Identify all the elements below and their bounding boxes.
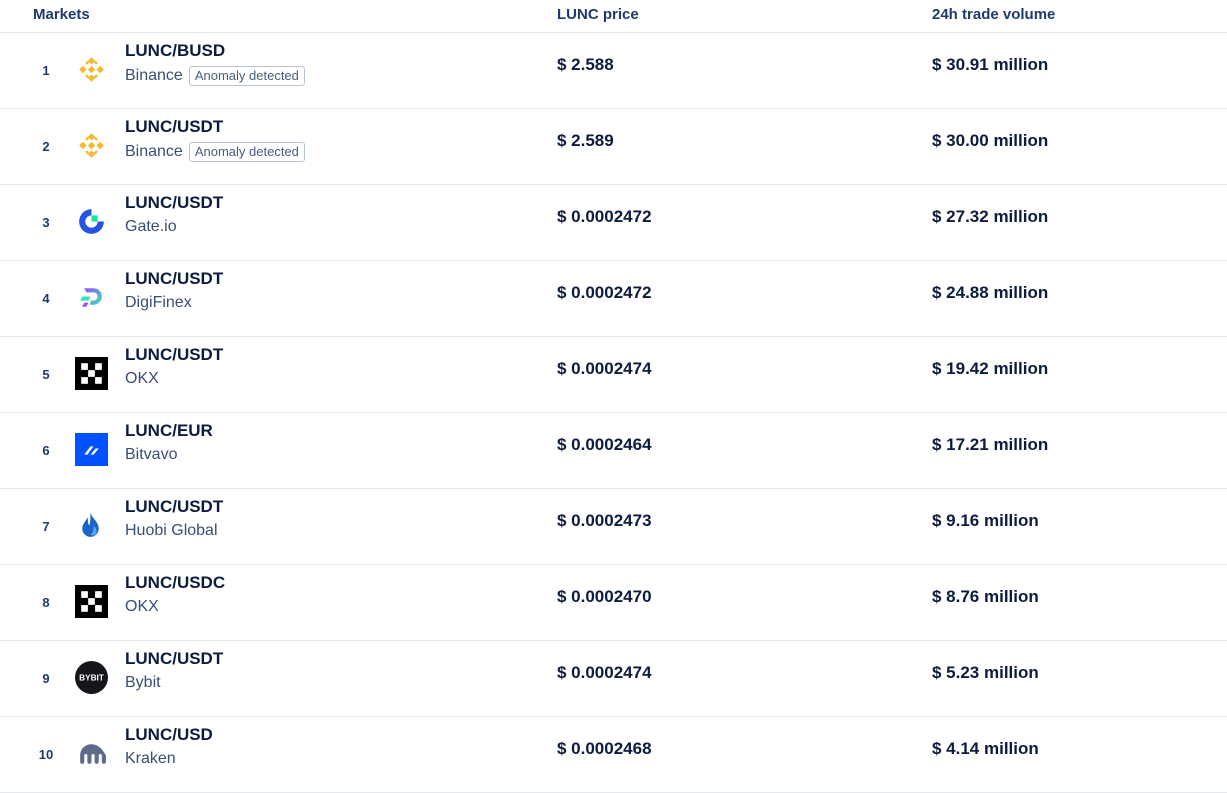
- market-pair[interactable]: LUNC/EUR: [125, 421, 213, 441]
- exchange-name[interactable]: OKX: [125, 370, 159, 387]
- okx-icon: [75, 357, 108, 390]
- market-price: $ 0.0002472: [557, 283, 652, 302]
- markets-table: Markets LUNC price 24h trade volume 1 LUN…: [0, 0, 1227, 793]
- trade-volume: $ 8.76 million: [932, 587, 1039, 606]
- exchange-name[interactable]: Kraken: [125, 750, 176, 767]
- table-row[interactable]: 1 LUNC/BUSD Binance Anomaly detected $ 2.588…: [0, 33, 1227, 109]
- table-header: Markets LUNC price 24h trade volume: [0, 0, 1227, 33]
- bybit-icon-text: BYBIT: [79, 674, 104, 683]
- table-row[interactable]: 9 BYBIT LUNC/USDT Bybit $ 0.0002474 $ 5.23 mi…: [0, 641, 1227, 717]
- table-row[interactable]: 2 LUNC/USDT Binance Anomaly detected $ 2.589…: [0, 109, 1227, 185]
- table-body: 1 LUNC/BUSD Binance Anomaly detected $ 2.588…: [0, 33, 1227, 793]
- exchange-name[interactable]: Binance: [125, 67, 183, 84]
- table-row[interactable]: 6 LUNC/EUR Bitvavo $ 0.0002464 $ 17.21 milli…: [0, 413, 1227, 489]
- trade-volume: $ 19.42 million: [932, 359, 1049, 378]
- bitvavo-icon: [75, 433, 108, 466]
- market-pair[interactable]: LUNC/USDT: [125, 345, 223, 365]
- digifinex-icon: [75, 281, 108, 314]
- exchange-name[interactable]: Binance: [125, 143, 183, 160]
- market-pair[interactable]: LUNC/BUSD: [125, 41, 225, 61]
- table-row[interactable]: 8 LUNC/USDC OKX $ 0.0002470 $ 8.76 million: [0, 565, 1227, 641]
- market-pair[interactable]: LUNC/USDT: [125, 497, 223, 517]
- trade-volume: $ 17.21 million: [932, 435, 1049, 454]
- bybit-icon: BYBIT: [75, 661, 108, 694]
- market-pair[interactable]: LUNC/USDT: [125, 193, 223, 213]
- anomaly-badge: Anomaly detected: [188, 66, 305, 86]
- exchange-line: Huobi Global: [125, 522, 218, 540]
- row-rank: 2: [42, 139, 50, 154]
- trade-volume: $ 30.00 million: [932, 131, 1049, 150]
- huobi-icon: [75, 509, 108, 542]
- header-volume[interactable]: 24h trade volume: [932, 6, 1055, 23]
- market-pair[interactable]: LUNC/USDT: [125, 117, 223, 137]
- exchange-line: Bitvavo: [125, 446, 177, 464]
- market-price: $ 0.0002464: [557, 435, 652, 454]
- exchange-name[interactable]: Bybit: [125, 674, 161, 691]
- row-rank: 6: [42, 443, 50, 458]
- table-row[interactable]: 7 LUNC/USDT Huobi Global $ 0.0002473 $ 9.16 …: [0, 489, 1227, 565]
- exchange-line: Kraken: [125, 750, 176, 768]
- binance-icon: [75, 129, 108, 162]
- table-row[interactable]: 3 LUNC/USDT Gate.io $ 0.0002472 $ 27.32 mill…: [0, 185, 1227, 261]
- row-rank: 9: [42, 671, 50, 686]
- market-price: $ 0.0002472: [557, 207, 652, 226]
- row-rank: 1: [42, 63, 50, 78]
- market-pair[interactable]: LUNC/USD: [125, 725, 213, 745]
- market-pair[interactable]: LUNC/USDT: [125, 269, 223, 289]
- exchange-name[interactable]: Bitvavo: [125, 446, 177, 463]
- market-price: $ 0.0002470: [557, 587, 652, 606]
- row-rank: 8: [42, 595, 50, 610]
- trade-volume: $ 4.14 million: [932, 739, 1039, 758]
- exchange-name[interactable]: Gate.io: [125, 218, 177, 235]
- market-price: $ 0.0002468: [557, 739, 652, 758]
- row-rank: 7: [42, 519, 50, 534]
- binance-icon: [75, 53, 108, 86]
- exchange-name[interactable]: OKX: [125, 598, 159, 615]
- table-row[interactable]: 4 LUNC/USDT DigiFinex $ 0.0002472 $ 24.88 mi…: [0, 261, 1227, 337]
- row-rank: 4: [42, 291, 50, 306]
- market-price: $ 2.589: [557, 131, 614, 150]
- exchange-line: Binance Anomaly detected: [125, 66, 305, 86]
- market-pair[interactable]: LUNC/USDT: [125, 649, 223, 669]
- exchange-line: Gate.io: [125, 218, 177, 236]
- anomaly-badge: Anomaly detected: [188, 142, 305, 162]
- row-rank: 3: [42, 215, 50, 230]
- row-rank: 5: [42, 367, 50, 382]
- header-price[interactable]: LUNC price: [557, 6, 639, 23]
- exchange-line: OKX: [125, 598, 159, 616]
- market-price: $ 2.588: [557, 55, 614, 74]
- trade-volume: $ 5.23 million: [932, 663, 1039, 682]
- exchange-name[interactable]: DigiFinex: [125, 294, 192, 311]
- market-price: $ 0.0002473: [557, 511, 652, 530]
- row-rank: 10: [38, 747, 54, 762]
- exchange-line: OKX: [125, 370, 159, 388]
- trade-volume: $ 30.91 million: [932, 55, 1049, 74]
- kraken-icon: [75, 737, 108, 770]
- exchange-line: Bybit: [125, 674, 161, 692]
- exchange-name[interactable]: Huobi Global: [125, 522, 218, 539]
- exchange-line: Binance Anomaly detected: [125, 142, 305, 162]
- market-price: $ 0.0002474: [557, 663, 652, 682]
- market-pair[interactable]: LUNC/USDC: [125, 573, 225, 593]
- table-row[interactable]: 5 LUNC/USDT OKX $ 0.0002474 $ 19.42 million: [0, 337, 1227, 413]
- market-price: $ 0.0002474: [557, 359, 652, 378]
- okx-icon: [75, 585, 108, 618]
- trade-volume: $ 27.32 million: [932, 207, 1049, 226]
- exchange-line: DigiFinex: [125, 294, 192, 312]
- trade-volume: $ 24.88 million: [932, 283, 1049, 302]
- header-markets[interactable]: Markets: [33, 6, 90, 23]
- trade-volume: $ 9.16 million: [932, 511, 1039, 530]
- gateio-icon: [75, 205, 108, 238]
